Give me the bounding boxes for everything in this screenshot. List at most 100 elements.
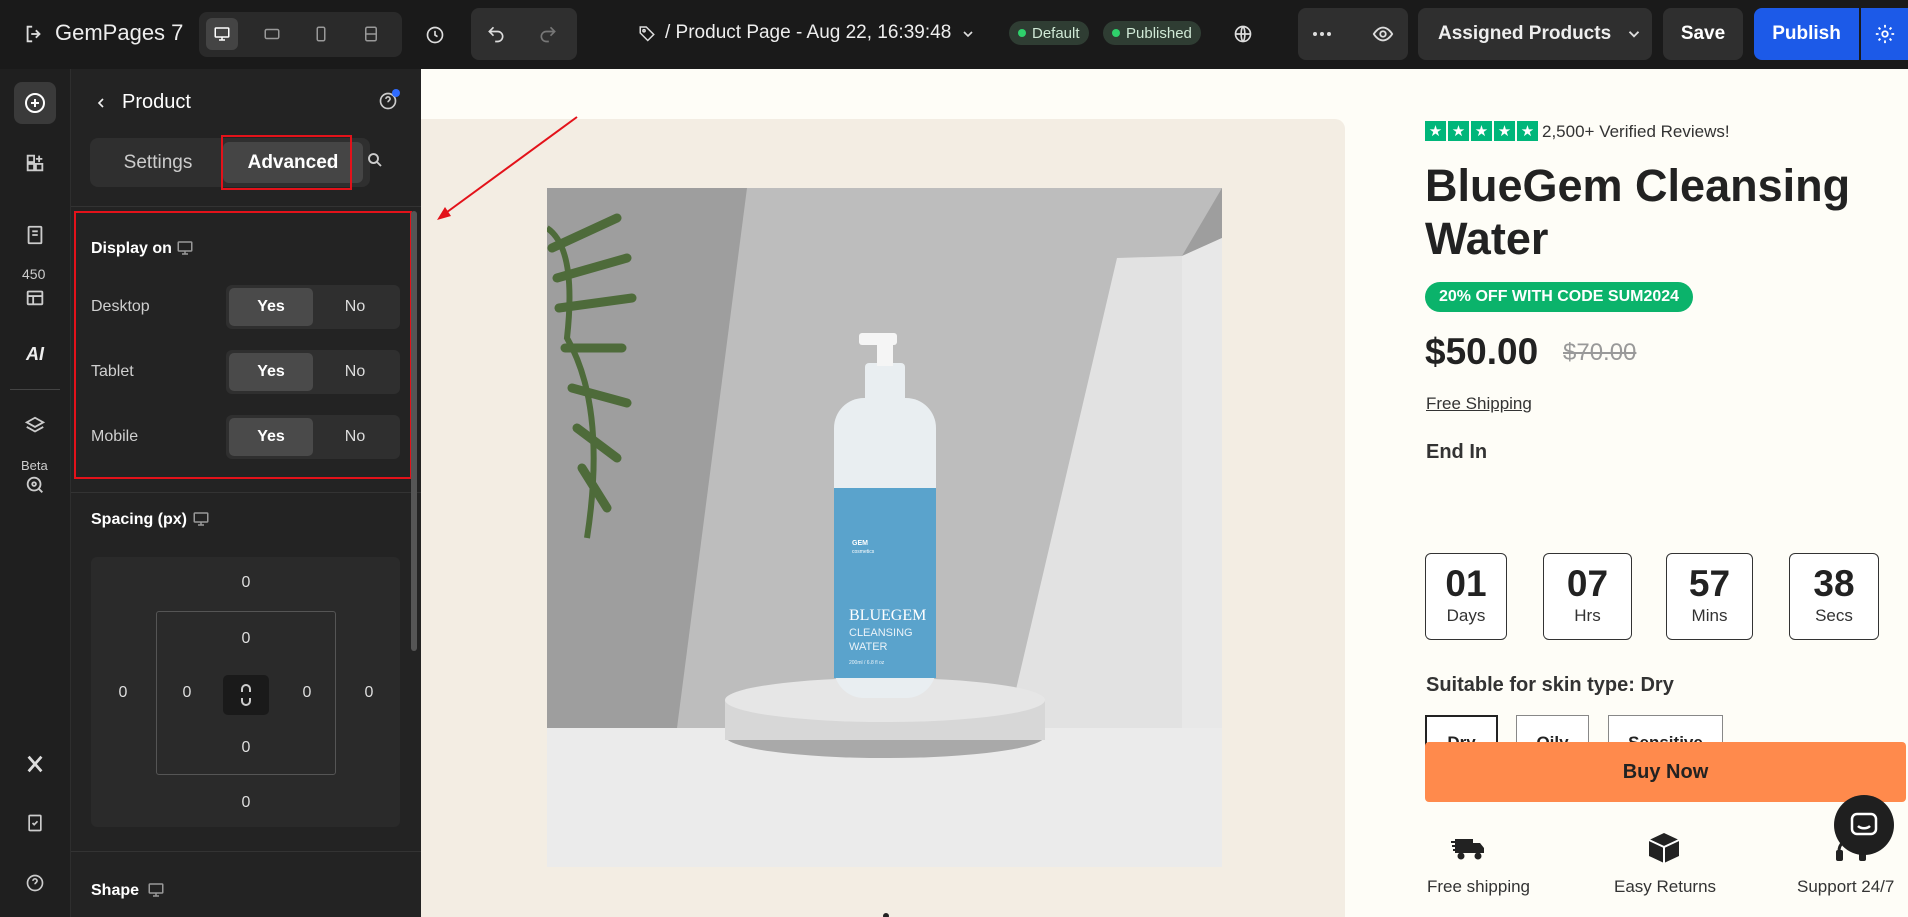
add-element-icon[interactable]	[14, 82, 56, 124]
link-spacing-button[interactable]	[223, 675, 269, 715]
ai-icon[interactable]: AI	[14, 333, 56, 375]
carousel-dot[interactable]	[883, 913, 889, 917]
status-dot	[1018, 29, 1026, 37]
feature-support: Support 24/7	[1797, 877, 1895, 896]
panel-scrollbar[interactable]	[411, 211, 417, 651]
free-shipping-link[interactable]: Free Shipping	[1426, 394, 1532, 414]
yes-label: Yes	[257, 363, 285, 380]
status-badge-default: Default	[1009, 21, 1089, 45]
mobile-icon[interactable]	[305, 18, 337, 50]
publish-label: Publish	[1772, 23, 1841, 44]
no-label: No	[344, 363, 366, 380]
star-icon: ★	[1517, 121, 1538, 141]
publish-settings-button[interactable]	[1861, 8, 1908, 60]
tag-icon	[636, 22, 658, 44]
yes-label: Yes	[257, 298, 285, 315]
redo-icon[interactable]	[532, 18, 564, 50]
tablet-yes-option[interactable]: Yes	[229, 353, 313, 391]
star-icon: ★	[1494, 121, 1515, 141]
gear-icon	[1875, 24, 1894, 44]
badge-published-label: Published	[1126, 24, 1192, 42]
laptop-icon[interactable]	[256, 18, 288, 50]
checklist-icon[interactable]	[14, 802, 56, 844]
search-icon[interactable]	[366, 151, 390, 175]
link-icon	[241, 684, 251, 706]
desktop-no-option[interactable]: No	[313, 288, 397, 326]
desktop-row-label: Desktop	[91, 298, 150, 315]
star-icon: ★	[1425, 121, 1446, 141]
countdown-value: 57	[1688, 563, 1731, 604]
exit-icon[interactable]	[22, 22, 46, 46]
padding-right-value[interactable]: 0	[292, 684, 322, 702]
countdown-secs: 38 Secs	[1789, 553, 1879, 640]
bottle-line3: WATER	[849, 641, 888, 653]
buy-now-label: Buy Now	[1622, 760, 1709, 783]
tablet-row-label: Tablet	[91, 363, 134, 380]
tab-settings[interactable]: Settings	[96, 142, 220, 183]
settings-panel: Product Settings Advanced Display on Des…	[71, 69, 421, 917]
publish-button[interactable]: Publish	[1754, 8, 1859, 60]
bottle-line2: CLEANSING	[849, 627, 913, 639]
countdown-unit: Secs	[1815, 606, 1853, 625]
padding-top-value[interactable]: 0	[231, 630, 261, 648]
margin-bottom-value[interactable]: 0	[231, 794, 261, 812]
buy-now-button[interactable]: Buy Now	[1425, 742, 1906, 802]
page-title[interactable]: / Product Page - Aug 22, 16:39:48	[665, 22, 951, 44]
padding-bottom-value[interactable]: 0	[231, 739, 261, 757]
feature-easy-returns: Easy Returns	[1614, 877, 1717, 896]
target-settings-icon[interactable]	[14, 464, 56, 506]
end-in-label: End In	[1426, 441, 1488, 463]
compare-price: $70.00	[1563, 339, 1637, 366]
countdown-hours: 07 Hrs	[1543, 553, 1632, 640]
spacing-heading: Spacing (px)	[91, 511, 188, 528]
undo-icon[interactable]	[480, 18, 512, 50]
sections-icon[interactable]	[14, 142, 56, 184]
desktop-yes-option[interactable]: Yes	[229, 288, 313, 326]
bottle-brand: GEM	[852, 540, 868, 547]
bottle-volume: 200ml / 6.8 fl oz	[849, 660, 885, 666]
mobile-toggle: Yes No	[226, 415, 400, 459]
tablet-no-option[interactable]: No	[313, 353, 397, 391]
countdown-mins: 57 Mins	[1666, 553, 1753, 640]
preview-eye-icon[interactable]	[1367, 18, 1399, 50]
globe-icon[interactable]	[1229, 20, 1257, 48]
countdown-value: 07	[1566, 563, 1609, 604]
help-icon[interactable]	[14, 862, 56, 904]
more-icon[interactable]	[1306, 18, 1338, 50]
back-chevron-icon[interactable]	[89, 91, 113, 115]
desktop-icon[interactable]	[206, 18, 238, 50]
ai-label: AI	[26, 343, 44, 364]
desktop-icon	[176, 239, 194, 257]
reviews-text: 2,500+ Verified Reviews!	[1542, 122, 1730, 141]
promo-text: 20% OFF WITH CODE	[1439, 288, 1608, 305]
history-icon[interactable]	[420, 20, 450, 50]
countdown-unit: Hrs	[1574, 606, 1601, 625]
padding-left-value[interactable]: 0	[172, 684, 202, 702]
help-icon[interactable]	[378, 89, 400, 113]
yes-label: Yes	[257, 428, 285, 445]
responsive-icon[interactable]	[355, 18, 387, 50]
margin-right-value[interactable]: 0	[354, 684, 384, 702]
product-image[interactable]: GEM cosmetics BLUEGEM CLEANSING WATER 20…	[547, 188, 1222, 867]
product-price: $50.00	[1425, 331, 1539, 372]
x-app-icon[interactable]	[14, 743, 56, 785]
mobile-yes-option[interactable]: Yes	[229, 418, 313, 456]
templates-icon[interactable]	[14, 276, 56, 318]
desktop-toggle: Yes No	[226, 285, 400, 329]
chat-widget-button[interactable]	[1834, 795, 1894, 855]
pages-icon[interactable]	[14, 214, 56, 256]
star-icon: ★	[1448, 121, 1469, 141]
display-on-heading: Display on	[91, 240, 172, 257]
margin-top-value[interactable]: 0	[231, 574, 261, 592]
top-toolbar: GemPages 7 / Product Page - Aug 22, 16:3…	[0, 0, 1908, 69]
promo-code: SUM2024	[1607, 288, 1680, 305]
mobile-no-option[interactable]: No	[313, 418, 397, 456]
assigned-products-dropdown[interactable]: Assigned Products	[1418, 8, 1652, 60]
layers-icon[interactable]	[14, 405, 56, 447]
app-name: GemPages 7	[55, 20, 184, 45]
chevron-down-icon[interactable]	[958, 24, 978, 44]
star-icon: ★	[1471, 121, 1492, 141]
margin-left-value[interactable]: 0	[108, 684, 138, 702]
save-button[interactable]: Save	[1663, 8, 1743, 60]
rating-stars: ★ ★ ★ ★ ★	[1425, 121, 1538, 141]
